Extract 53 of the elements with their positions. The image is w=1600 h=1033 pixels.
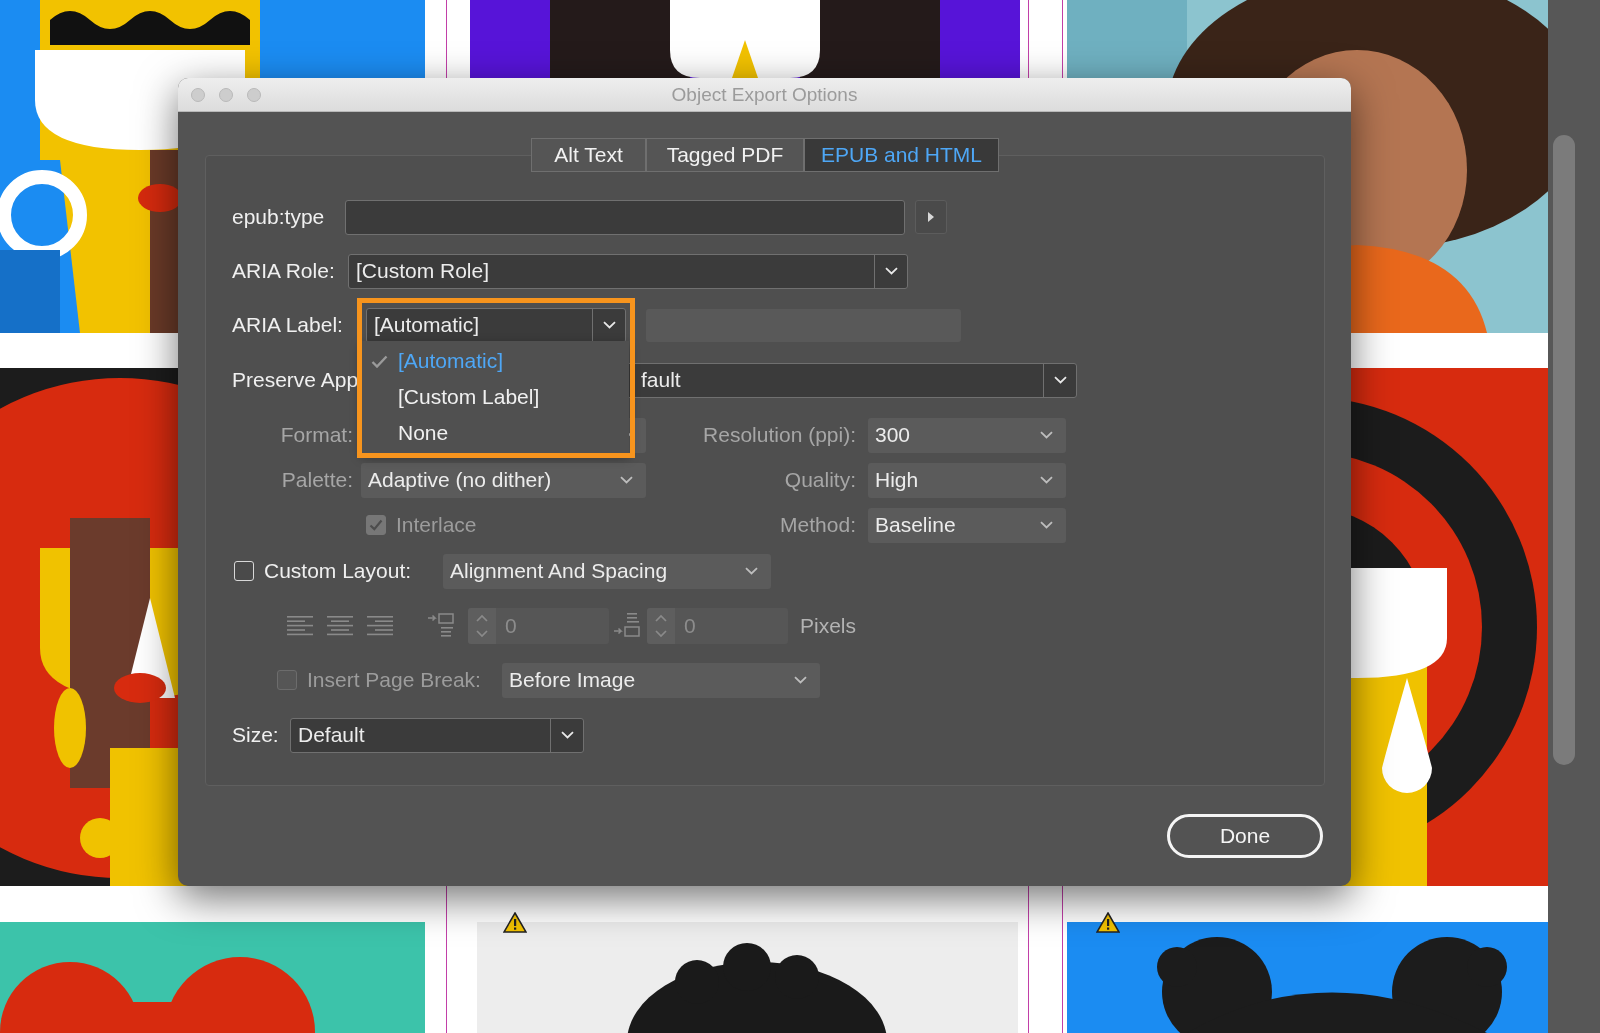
warning-icon[interactable] (1096, 912, 1120, 933)
space-before-icon[interactable] (427, 612, 457, 640)
field-label: Quality: (784, 468, 856, 492)
field-label: ARIA Label: (232, 313, 343, 337)
window-title: Object Export Options (671, 83, 858, 106)
done-button[interactable]: Done (1167, 814, 1323, 858)
tab[interactable]: EPUB and HTML (804, 138, 999, 172)
chevron-icon (1039, 521, 1053, 529)
spin-button[interactable] (647, 608, 675, 644)
field-label: Resolution (ppi): (703, 423, 856, 447)
chevron-icon (1053, 376, 1067, 384)
text-field[interactable] (345, 199, 905, 235)
chevron-icon (619, 476, 633, 484)
field-label: Format: (280, 423, 353, 447)
chevron-icon (602, 321, 616, 329)
tab[interactable]: Tagged PDF (646, 138, 804, 172)
dropdown[interactable]: [Automatic] (366, 307, 626, 343)
dropdown[interactable]: Default (290, 717, 584, 753)
field-label: Method: (780, 513, 856, 537)
checkbox-label: Custom Layout: (264, 559, 412, 583)
align-right-icon[interactable] (365, 614, 395, 638)
triangle-icon (927, 211, 935, 223)
field-label: epub:type (232, 205, 325, 229)
field-label: Palette: (281, 468, 353, 492)
checkmark-icon (371, 354, 388, 368)
align-center-icon[interactable] (325, 614, 355, 638)
dropdown[interactable]: [Custom Role] (348, 253, 908, 289)
up-down-arrows-icon (654, 613, 668, 639)
minimize-button[interactable] (219, 87, 233, 102)
chevron-icon (744, 567, 758, 575)
warning-icon[interactable] (503, 912, 527, 933)
scroll-thumb[interactable] (1553, 135, 1575, 765)
dropdown[interactable]: Alignment And Spacing (443, 553, 771, 589)
up-down-arrows-icon (475, 613, 489, 639)
field-label: Size: (232, 723, 279, 747)
chevron-icon (560, 731, 574, 739)
field-label: Preserve App (232, 368, 359, 392)
zoom-button[interactable] (247, 87, 261, 102)
checkmark-icon (369, 519, 383, 531)
unit-label: Pixels (800, 614, 857, 638)
chevron-icon (1039, 431, 1053, 439)
field-label: ARIA Role: (232, 259, 335, 283)
tab[interactable]: Alt Text (531, 138, 646, 172)
chevron-icon (793, 676, 807, 684)
align-left-icon[interactable] (285, 614, 315, 638)
arrow-button[interactable] (915, 200, 947, 234)
spin-button[interactable] (468, 608, 496, 644)
space-after-icon[interactable] (613, 612, 643, 640)
checkbox-label: Insert Page Break: (307, 668, 481, 692)
close-button[interactable] (191, 87, 205, 102)
checkbox-label: Interlace (396, 513, 477, 537)
chevron-icon (884, 267, 898, 275)
chevron-icon (1039, 476, 1053, 484)
